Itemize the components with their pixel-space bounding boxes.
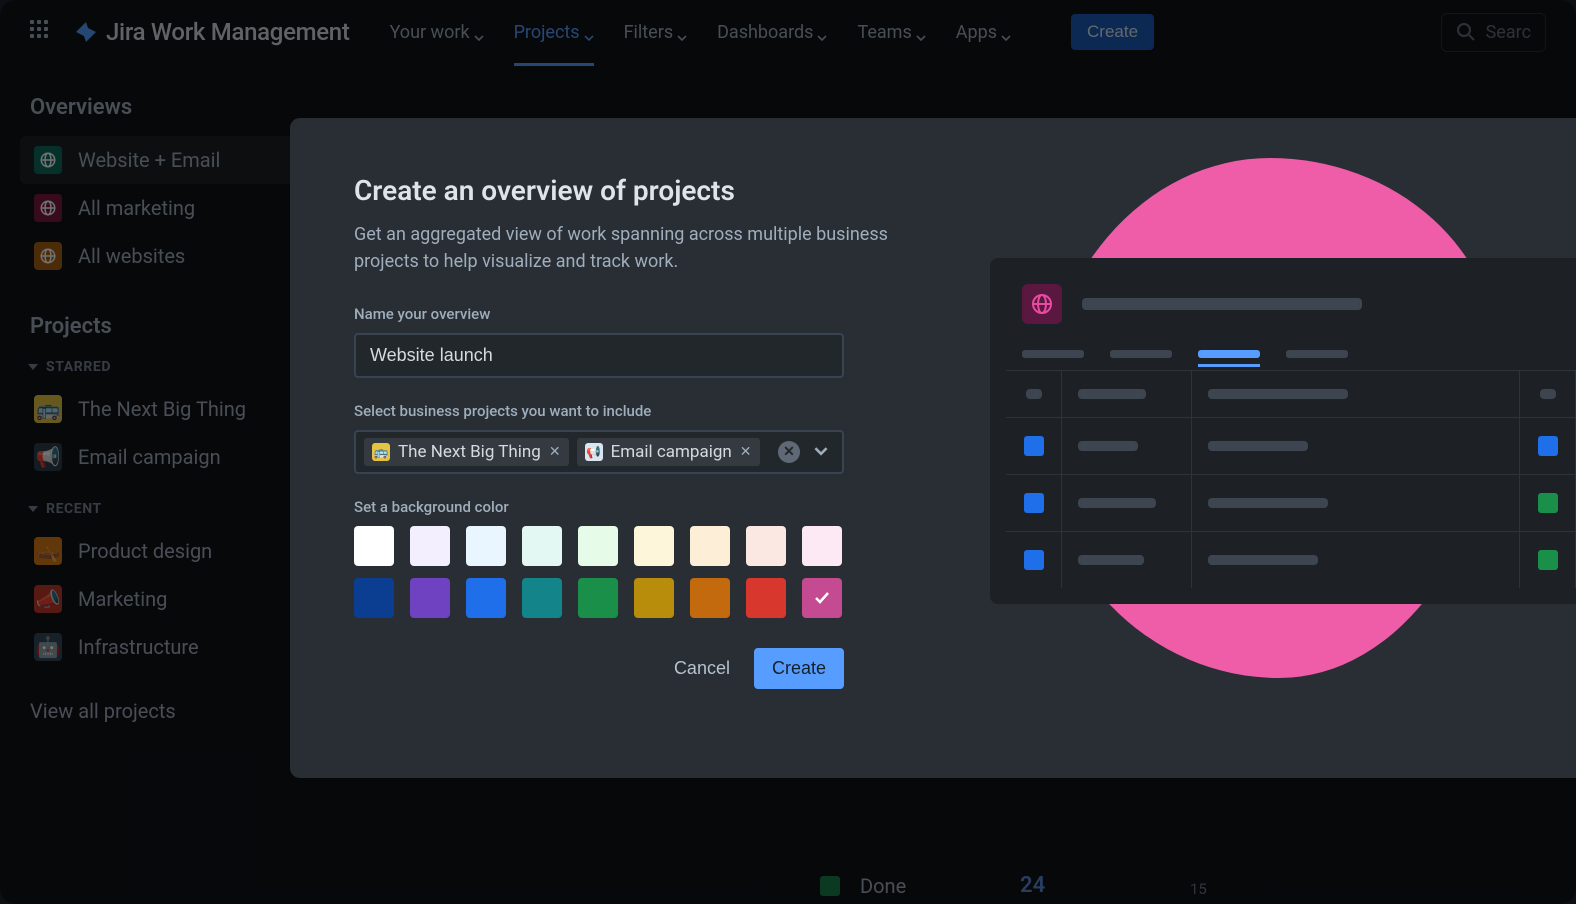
overview-label: Website + Email [78, 148, 220, 172]
color-swatch[interactable] [522, 578, 562, 618]
color-swatch[interactable] [690, 526, 730, 566]
status-count: 24 [1020, 873, 1045, 898]
project-icon: 📢 [34, 443, 62, 471]
selected-project-chip: 📢 Email campaign ✕ [577, 438, 760, 466]
color-swatch[interactable] [802, 578, 842, 618]
overviews-heading: Overviews [20, 95, 360, 120]
globe-icon [1022, 284, 1062, 324]
project-label: Marketing [78, 587, 167, 611]
globe-icon [34, 242, 62, 270]
project-icon: 🚌 [372, 443, 390, 461]
nav-your-work[interactable]: Your work [390, 2, 484, 63]
modal-illustration [990, 118, 1576, 778]
cancel-button[interactable]: Cancel [674, 658, 730, 679]
overview-name-input[interactable] [354, 333, 844, 378]
chip-label: Email campaign [611, 442, 732, 462]
product-logo[interactable]: Jira Work Management [74, 18, 350, 46]
selected-project-chip: 🚌 The Next Big Thing ✕ [364, 438, 569, 466]
clear-selection-button[interactable]: ✕ [778, 441, 800, 463]
project-icon: 🚌 [34, 395, 62, 423]
create-overview-modal: Create an overview of projects Get an ag… [290, 118, 1576, 778]
color-swatch[interactable] [410, 578, 450, 618]
nav-filters[interactable]: Filters [624, 2, 688, 63]
globe-icon [34, 194, 62, 222]
search-placeholder: Searc [1486, 22, 1531, 43]
chevron-down-icon [1001, 27, 1011, 37]
color-swatch[interactable] [634, 526, 674, 566]
project-label: The Next Big Thing [78, 397, 246, 421]
jira-icon [74, 20, 98, 44]
project-label: Product design [78, 539, 212, 563]
project-label: Email campaign [78, 445, 221, 469]
chevron-down-icon [474, 27, 484, 37]
project-icon: 🛶 [34, 537, 62, 565]
search-icon [1456, 22, 1476, 42]
submit-create-button[interactable]: Create [754, 648, 844, 689]
chevron-down-icon [28, 506, 38, 512]
color-swatch[interactable] [802, 526, 842, 566]
color-swatch[interactable] [578, 578, 618, 618]
brand-text: Jira Work Management [106, 18, 350, 46]
nav-apps[interactable]: Apps [956, 2, 1011, 63]
app-switcher-icon[interactable] [30, 20, 54, 44]
chip-label: The Next Big Thing [398, 442, 541, 462]
project-icon: 🤖 [34, 633, 62, 661]
color-label: Set a background color [354, 498, 926, 516]
color-swatch[interactable] [354, 526, 394, 566]
nav-teams[interactable]: Teams [857, 2, 925, 63]
color-swatch[interactable] [354, 578, 394, 618]
chevron-down-icon [677, 27, 687, 37]
projects-multiselect[interactable]: 🚌 The Next Big Thing ✕ 📢 Email campaign … [354, 430, 844, 474]
chevron-down-icon [916, 27, 926, 37]
color-swatch[interactable] [578, 526, 618, 566]
color-swatch[interactable] [746, 578, 786, 618]
preview-mock [990, 258, 1576, 604]
axis-tick: 15 [1190, 880, 1207, 898]
remove-chip-button[interactable]: ✕ [549, 444, 561, 460]
color-swatch[interactable] [466, 526, 506, 566]
check-icon [812, 588, 832, 608]
chevron-down-icon[interactable] [808, 443, 834, 462]
overview-label: All marketing [78, 196, 195, 220]
chevron-down-icon [28, 364, 38, 370]
color-swatch[interactable] [634, 578, 674, 618]
color-swatch[interactable] [410, 526, 450, 566]
search-input[interactable]: Searc [1441, 13, 1546, 52]
modal-title: Create an overview of projects [354, 174, 926, 207]
project-icon: 📢 [585, 443, 603, 461]
color-swatch[interactable] [690, 578, 730, 618]
color-swatch[interactable] [522, 526, 562, 566]
project-label: Infrastructure [78, 635, 199, 659]
remove-chip-button[interactable]: ✕ [740, 444, 752, 460]
chevron-down-icon [817, 27, 827, 37]
project-icon: 📣 [34, 585, 62, 613]
color-swatch[interactable] [466, 578, 506, 618]
nav-projects[interactable]: Projects [514, 2, 594, 63]
nav-dashboards[interactable]: Dashboards [717, 2, 827, 63]
globe-icon [34, 146, 62, 174]
modal-description: Get an aggregated view of work spanning … [354, 221, 894, 275]
create-button[interactable]: Create [1071, 14, 1154, 50]
chevron-down-icon [584, 27, 594, 37]
name-label: Name your overview [354, 305, 926, 323]
top-nav: Jira Work Management Your work Projects … [0, 0, 1576, 65]
overview-label: All websites [78, 244, 185, 268]
color-swatch[interactable] [746, 526, 786, 566]
select-projects-label: Select business projects you want to inc… [354, 402, 926, 420]
